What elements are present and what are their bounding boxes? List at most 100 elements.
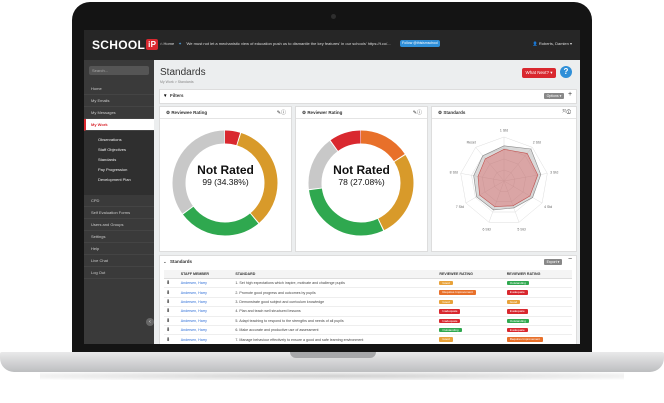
- chevron-down-icon[interactable]: ⌄: [163, 259, 167, 265]
- webcam: [331, 14, 336, 19]
- staff-member-link[interactable]: Andersen, Harry: [178, 325, 234, 336]
- standard-text: 5. Adapt teaching to respond to the stre…: [233, 316, 438, 326]
- reviewee-donut-center: Not Rated 99 (34.38%): [160, 163, 291, 187]
- info-icon[interactable]: ⓘ: [417, 110, 422, 116]
- download-icon[interactable]: ⬇: [164, 334, 179, 344]
- reviewee-rating-badge: Outstanding: [439, 327, 462, 333]
- table-row[interactable]: ⬇ Andersen, Harry 2. Promote good progress…: [164, 287, 572, 298]
- standard-text: 6. Make accurate and productive use of a…: [233, 325, 438, 336]
- search-input[interactable]: Search...: [89, 66, 149, 75]
- sidebar-sub-standards[interactable]: Standards: [84, 155, 154, 165]
- reviewee-rating-badge: Inadequate: [439, 309, 461, 314]
- sidebar-item-log-out[interactable]: Log Out: [84, 267, 154, 279]
- staff-member-link[interactable]: Andersen, Harry: [178, 297, 234, 308]
- sidebar-item-self-evaluation[interactable]: Self Evaluation Forms: [84, 207, 154, 219]
- gear-icon: ⚙: [302, 110, 307, 115]
- staff-member-link[interactable]: Andersen, Harry: [178, 287, 234, 298]
- table-row[interactable]: ⬇ Andersen, Harry 3. Demonstrate good subj…: [164, 297, 572, 308]
- collapse-sidebar-button[interactable]: ‹: [146, 318, 154, 326]
- home-icon[interactable]: ⌂: [160, 41, 162, 46]
- page-title: Standards: [160, 67, 206, 78]
- staff-member-link[interactable]: Andersen, Harry: [178, 306, 234, 317]
- not-rated-label: Not Rated: [333, 163, 390, 177]
- sidebar-item-users-groups[interactable]: Users and Groups: [84, 219, 154, 231]
- user-icon: 👤: [532, 41, 538, 46]
- not-rated-label: Not Rated: [197, 163, 254, 177]
- staff-member-link[interactable]: Andersen, Harry: [178, 334, 234, 344]
- card-tools[interactable]: ✎ⓘ: [277, 109, 286, 116]
- radar-axis-label: 8 Std: [450, 171, 458, 175]
- sidebar-item-my-work[interactable]: My Work: [84, 119, 154, 131]
- info-icon[interactable]: ⓘ: [281, 110, 286, 116]
- sidebar-sub-observations[interactable]: Observations: [84, 135, 154, 145]
- options-button[interactable]: Options ▾: [544, 93, 564, 99]
- collapse-panel-icon[interactable]: −: [568, 256, 572, 263]
- sidebar-item-cpd[interactable]: CPD: [84, 195, 154, 207]
- tweet-text[interactable]: 'We must not let a mechanistic view of e…: [186, 41, 391, 46]
- reviewer-rating-cell: Good: [504, 297, 572, 308]
- sidebar-sub-development-plan[interactable]: Development Plan: [84, 175, 154, 185]
- home-link[interactable]: Home: [164, 41, 175, 46]
- reviewee-rating-title: ⚙ Reviewee Rating: [166, 110, 208, 115]
- follow-button[interactable]: Follow @thisismschool: [400, 40, 440, 47]
- not-rated-value: 78 (27.08%): [338, 177, 385, 187]
- export-button[interactable]: Export ▾: [544, 259, 562, 265]
- help-button[interactable]: ?: [560, 66, 572, 78]
- card-tools[interactable]: ⤧ⓘ: [562, 109, 571, 115]
- radar-axis-label: 3 Std: [550, 171, 558, 175]
- sidebar-sub-pay-progression[interactable]: Pay Progression: [84, 165, 154, 175]
- col-header-reviewee[interactable]: REVIEWEE RATING: [437, 270, 505, 279]
- download-icon[interactable]: ⬇: [164, 306, 179, 317]
- table-row[interactable]: ⬇ Andersen, Harry 6. Make accurate and pro…: [164, 325, 572, 336]
- download-icon[interactable]: ⬇: [164, 297, 179, 308]
- breadcrumb[interactable]: My Work > Standards: [160, 80, 194, 84]
- user-name: Roberts, Damien: [538, 41, 569, 46]
- col-header-standard[interactable]: STANDARD: [233, 270, 438, 279]
- filters-panel[interactable]: ▼ Filters Options ▾ +: [159, 89, 577, 104]
- sidebar-item-settings[interactable]: Settings: [84, 231, 154, 243]
- what-next-button[interactable]: What Next? ▾: [522, 68, 556, 78]
- sidebar-item-home[interactable]: Home: [84, 83, 154, 95]
- sidebar-sub-staff-objectives[interactable]: Staff Objectives: [84, 145, 154, 155]
- info-icon[interactable]: ⓘ: [566, 109, 571, 115]
- download-icon[interactable]: ⬇: [164, 278, 179, 289]
- table-row[interactable]: ⬇ Andersen, Harry 1. Set high expectations…: [164, 278, 572, 289]
- download-icon[interactable]: ⬇: [164, 287, 179, 298]
- sidebar-item-emails[interactable]: My Emails: [84, 95, 154, 107]
- add-filter-icon[interactable]: +: [568, 91, 572, 98]
- reviewee-rating-badge: Good: [439, 280, 453, 286]
- reviewer-rating-cell: Inadequate: [504, 306, 572, 317]
- reviewer-rating-badge: Inadequate: [506, 309, 528, 314]
- user-menu[interactable]: 👤 Roberts, Damien ▾: [533, 41, 572, 46]
- table-row[interactable]: ⬇ Andersen, Harry 4. Plan and teach well s…: [164, 306, 572, 317]
- gear-icon: ⚙: [438, 110, 443, 115]
- sidebar-item-help[interactable]: Help: [84, 243, 154, 255]
- reviewer-rating-cell: Inadequate: [504, 325, 572, 336]
- radar-axis-label: 4 Std: [544, 205, 552, 209]
- col-header-staff[interactable]: STAFF MEMBER: [178, 270, 234, 279]
- standards-radar-chart[interactable]: 1 Std 2 Std 3 Std 4 Std 5 Std 6 Std 7 Std 8 Std…: [432, 119, 576, 251]
- card-header: ⚙ Reviewee Rating ✎ⓘ: [160, 107, 291, 119]
- sidebar-item-messages[interactable]: My Messages: [84, 107, 154, 119]
- laptop-notch: [290, 352, 376, 358]
- reviewer-rating-cell: Outstanding: [504, 278, 572, 289]
- staff-member-link[interactable]: Andersen, Harry: [178, 316, 234, 326]
- filter-icon: ▼: [163, 93, 168, 98]
- download-icon[interactable]: ⬇: [164, 316, 179, 326]
- staff-member-link[interactable]: Andersen, Harry: [178, 278, 234, 289]
- reviewee-rating-cell: Inadequate: [437, 316, 505, 326]
- table-row[interactable]: ⬇ Andersen, Harry 7. Manage behaviour effe…: [164, 334, 572, 344]
- reviewee-rating-badge: Good: [439, 337, 453, 342]
- standards-panel-title: Standards: [170, 259, 193, 264]
- sidebar-item-live-chat[interactable]: Live Chat: [84, 255, 154, 267]
- card-tools[interactable]: ✎ⓘ: [413, 109, 422, 116]
- download-icon[interactable]: ⬇: [164, 325, 179, 336]
- radar-axis-label: 6 Std: [482, 227, 490, 231]
- reviewee-rating-badge: Good: [439, 299, 453, 305]
- reviewer-rating-cell: Requires Improvement: [504, 334, 572, 344]
- gear-icon: ⚙: [166, 110, 171, 115]
- reviewer-rating-badge: Requires Improvement: [506, 337, 544, 342]
- col-header-reviewer[interactable]: REVIEWER RATING: [504, 270, 572, 279]
- school-ip-logo[interactable]: SCHOOL iP: [92, 38, 159, 52]
- table-row[interactable]: ⬇ Andersen, Harry 5. Adapt teaching to res…: [164, 316, 572, 326]
